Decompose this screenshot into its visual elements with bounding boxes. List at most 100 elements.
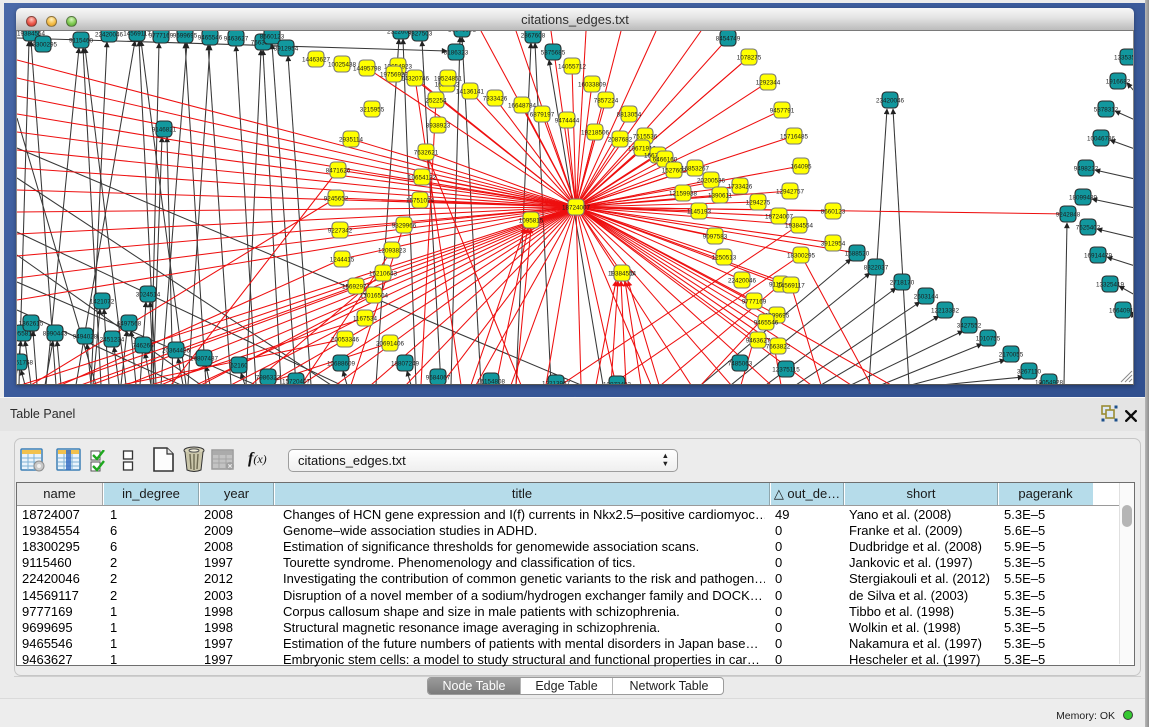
svg-text:20200536: 20200536 — [697, 178, 726, 185]
svg-text:9684067: 9684067 — [426, 375, 451, 382]
svg-text:9457791: 9457791 — [770, 108, 795, 115]
svg-text:16853267: 16853267 — [681, 166, 710, 173]
svg-text:14569117: 14569117 — [777, 283, 805, 290]
svg-text:1390611: 1390611 — [708, 193, 733, 200]
svg-text:16961758: 16961758 — [17, 360, 33, 367]
svg-text:3024514: 3024514 — [136, 292, 161, 299]
svg-text:9463627: 9463627 — [224, 36, 249, 43]
svg-text:1250513: 1250513 — [712, 255, 737, 262]
svg-text:10654122: 10654122 — [408, 175, 437, 182]
svg-text:746266: 746266 — [132, 343, 154, 350]
svg-text:12213967: 12213967 — [542, 381, 571, 386]
svg-text:3267110: 3267110 — [1017, 369, 1042, 376]
svg-text:14569117: 14569117 — [123, 31, 151, 38]
svg-text:9494028: 9494028 — [73, 334, 98, 341]
svg-text:1167534: 1167534 — [353, 316, 378, 323]
svg-text:5878312: 5878312 — [1094, 107, 1119, 114]
svg-text:14136141: 14136141 — [456, 89, 485, 96]
svg-text:18724007: 18724007 — [765, 214, 794, 221]
svg-text:23420046: 23420046 — [876, 98, 905, 105]
svg-text:3427552: 3427552 — [957, 323, 982, 330]
svg-text:8660123: 8660123 — [821, 209, 846, 216]
svg-text:9465546: 9465546 — [754, 320, 779, 327]
svg-text:9498222: 9498222 — [1074, 166, 1099, 173]
svg-text:9474444: 9474444 — [555, 118, 580, 125]
svg-text:9465546: 9465546 — [198, 35, 223, 42]
svg-text:18099489: 18099489 — [1069, 195, 1098, 202]
svg-text:19384554: 19384554 — [785, 223, 814, 230]
svg-text:14495798: 14495798 — [353, 66, 382, 73]
svg-text:12159938: 12159938 — [669, 191, 698, 198]
svg-text:10054928: 10054928 — [1035, 380, 1064, 386]
svg-text:9146821: 9146821 — [152, 127, 177, 134]
svg-text:8990443: 8990443 — [43, 331, 68, 338]
svg-text:16914479: 16914479 — [1084, 253, 1113, 260]
svg-text:6497568: 6497568 — [117, 321, 142, 328]
svg-text:3912954: 3912954 — [274, 46, 299, 53]
svg-text:13325419: 13325419 — [1096, 282, 1125, 289]
svg-text:9777169: 9777169 — [742, 299, 767, 306]
svg-text:14055712: 14055712 — [558, 64, 587, 71]
svg-text:9245652: 9245652 — [324, 196, 349, 203]
svg-text:1588520: 1588520 — [845, 251, 870, 258]
svg-text:10973493: 10973493 — [603, 382, 632, 386]
svg-text:1421072: 1421072 — [90, 299, 115, 306]
svg-text:8938923: 8938923 — [426, 123, 451, 130]
svg-text:9227342: 9227342 — [328, 228, 353, 235]
svg-text:9327503: 9327503 — [408, 31, 433, 38]
svg-text:18807249: 18807249 — [391, 361, 420, 368]
svg-text:16648784: 16648784 — [508, 103, 537, 110]
svg-text:12942757: 12942757 — [776, 189, 805, 196]
svg-text:1078275: 1078275 — [737, 55, 762, 62]
svg-text:14320746: 14320746 — [401, 76, 430, 83]
svg-text:3912954: 3912954 — [821, 241, 846, 248]
svg-text:8454749: 8454749 — [716, 36, 741, 43]
svg-text:10807487: 10807487 — [190, 356, 219, 363]
svg-text:1095815: 1095815 — [519, 218, 544, 225]
svg-text:16640910: 16640910 — [1109, 308, 1134, 315]
svg-text:2935114: 2935114 — [339, 137, 364, 144]
svg-text:8186323: 8186323 — [444, 50, 469, 57]
svg-text:12375115: 12375115 — [772, 367, 800, 374]
svg-text:2170055: 2170055 — [999, 352, 1024, 359]
svg-text:8813054: 8813054 — [617, 112, 642, 119]
svg-text:20691406: 20691406 — [376, 341, 405, 348]
svg-text:2867608: 2867608 — [521, 33, 546, 40]
svg-text:1362615: 1362615 — [19, 321, 44, 328]
svg-text:1733426: 1733426 — [728, 184, 753, 191]
svg-text:15720407: 15720407 — [282, 379, 311, 386]
svg-text:2603144: 2603144 — [914, 294, 939, 301]
svg-text:15716485: 15716485 — [780, 134, 809, 141]
svg-text:9115460: 9115460 — [69, 38, 94, 45]
svg-text:5875685: 5875685 — [541, 50, 566, 57]
svg-text:12093823: 12093823 — [378, 248, 407, 255]
svg-text:8660123: 8660123 — [260, 34, 285, 41]
svg-text:15751074: 15751074 — [406, 198, 435, 205]
svg-text:14463627: 14463627 — [302, 57, 331, 64]
svg-text:12213382: 12213382 — [931, 308, 960, 315]
svg-text:1010755: 1010755 — [976, 336, 1001, 343]
svg-text:1244415: 1244415 — [330, 257, 355, 264]
svg-text:7632621: 7632621 — [414, 150, 439, 157]
svg-text:9097583: 9097583 — [703, 234, 728, 241]
svg-text:2087682: 2087682 — [608, 137, 633, 144]
svg-text:8322037: 8322037 — [864, 265, 889, 272]
svg-text:1916682: 1916682 — [1106, 79, 1131, 86]
svg-text:19524851: 19524851 — [434, 76, 463, 83]
svg-text:16210643: 16210643 — [369, 271, 398, 278]
svg-text:3215955: 3215955 — [360, 107, 385, 114]
svg-text:16543382: 16543382 — [448, 31, 477, 34]
svg-text:22420046: 22420046 — [728, 278, 757, 285]
svg-text:18724007: 18724007 — [562, 205, 591, 212]
svg-text:7485063: 7485063 — [728, 361, 753, 368]
svg-text:13353594: 13353594 — [1114, 55, 1134, 62]
svg-text:9242848: 9242848 — [1056, 212, 1081, 219]
svg-text:7663822: 7663822 — [766, 344, 791, 351]
svg-text:164095: 164095 — [790, 164, 812, 171]
svg-text:7857224: 7857224 — [594, 98, 619, 105]
svg-text:20053346: 20053346 — [331, 337, 360, 344]
svg-text:18300295: 18300295 — [29, 42, 58, 49]
svg-text:2451234: 2451234 — [100, 337, 125, 344]
svg-text:9699695: 9699695 — [173, 33, 198, 40]
svg-text:2718170: 2718170 — [890, 280, 915, 287]
